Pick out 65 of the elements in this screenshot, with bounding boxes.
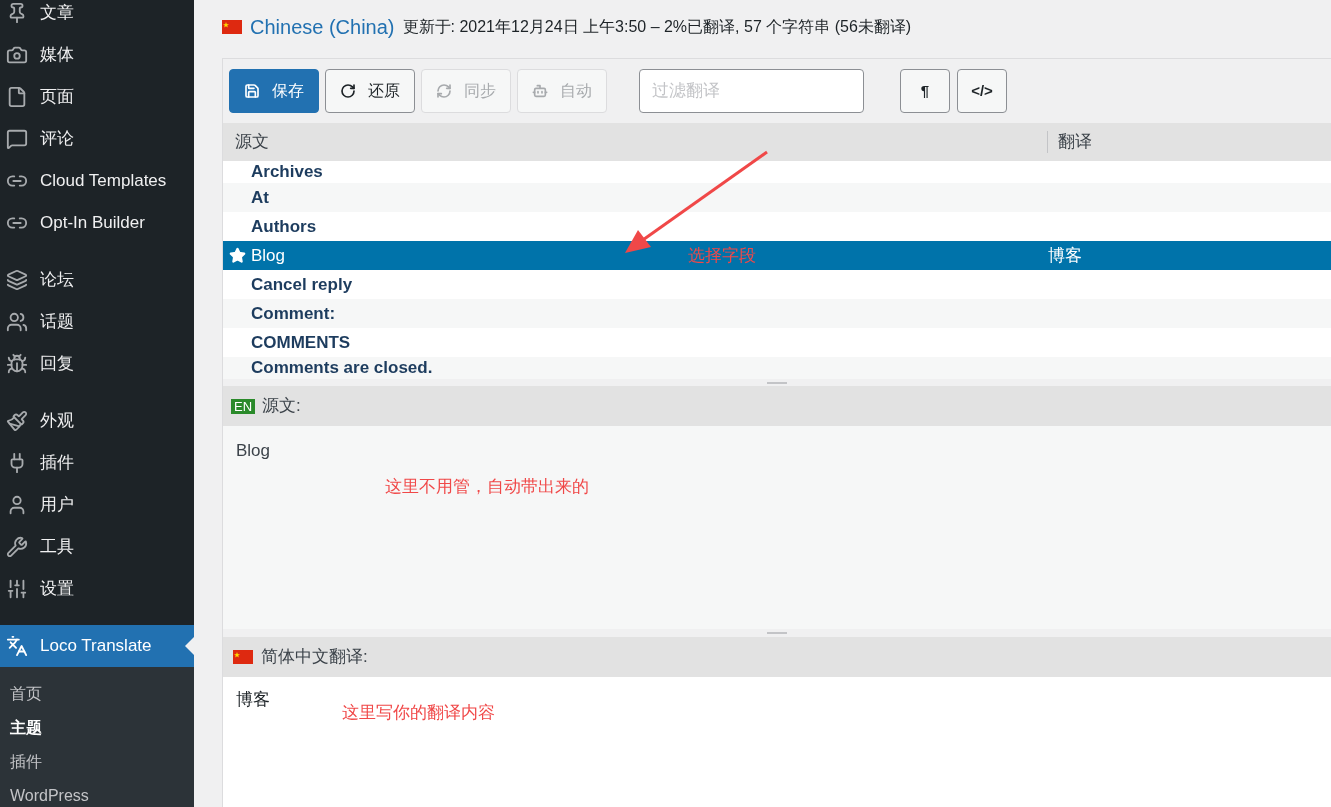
string-row[interactable]: Comments are closed. <box>223 357 1331 379</box>
view-toggle-button[interactable]: </> <box>957 69 1007 113</box>
menu-icon <box>6 578 28 600</box>
submenu-item[interactable]: WordPress <box>0 779 194 807</box>
sidebar-item[interactable]: 话题 <box>0 301 194 343</box>
toolbar-button[interactable]: 保存 <box>229 69 319 113</box>
source-text: Blog <box>251 244 286 267</box>
sidebar-item[interactable]: 评论 <box>0 118 194 160</box>
china-flag-icon <box>233 650 253 664</box>
column-header: 源文 <box>234 131 270 154</box>
sidebar-item[interactable]: 用户 <box>0 484 194 526</box>
menu-icon <box>6 311 28 333</box>
button-icon <box>436 83 452 99</box>
string-row[interactable]: At <box>223 183 1331 212</box>
submenu-item[interactable]: 主题 <box>0 711 194 745</box>
menu-icon <box>6 86 28 108</box>
active-pointer-icon <box>185 637 194 655</box>
sidebar-item[interactable]: 回复 <box>0 343 194 385</box>
menu-icon <box>6 128 28 150</box>
splitter-handle[interactable] <box>223 379 1331 386</box>
toolbar-button[interactable]: 还原 <box>325 69 415 113</box>
locale-title: Chinese (China) <box>250 15 395 40</box>
sidebar-item[interactable]: Cloud Templates <box>0 160 194 202</box>
source-text: Authors <box>251 215 317 238</box>
button-icon <box>244 83 260 99</box>
menu-icon <box>6 635 28 657</box>
column-header: 翻译 <box>1057 131 1092 154</box>
splitter-handle[interactable] <box>223 629 1331 637</box>
pane-title: 简体中文翻译: <box>261 646 368 669</box>
source-text: COMMENTS <box>251 331 351 354</box>
menu-icon <box>6 44 28 66</box>
translation-text: 博客 <box>1047 244 1082 267</box>
string-row[interactable]: Comment: <box>223 299 1331 328</box>
source-text: Comment: <box>251 302 336 325</box>
button-icon <box>340 83 356 99</box>
menu-icon <box>6 410 28 432</box>
sidebar-item[interactable]: Opt-In Builder <box>0 202 194 244</box>
annotation-note: 选择字段 <box>688 245 756 267</box>
sidebar-item[interactable]: 插件 <box>0 442 194 484</box>
update-info: 更新于: 2021年12月24日 上午3:50 – 2%已翻译, 57 个字符串 (56未翻译) <box>402 17 912 37</box>
menu-icon <box>6 536 28 558</box>
menu-icon <box>6 269 28 291</box>
submenu-item[interactable]: 首页 <box>0 677 194 711</box>
source-text: Cancel reply <box>251 273 353 296</box>
sidebar-item[interactable]: 文章 <box>0 0 194 34</box>
menu-icon <box>6 353 28 375</box>
china-flag-icon <box>222 20 242 34</box>
sidebar-item[interactable]: 页面 <box>0 76 194 118</box>
source-text: At <box>251 186 269 209</box>
filter-field[interactable]: 过滤翻译 <box>639 69 864 113</box>
sidebar-item[interactable]: 设置 <box>0 568 194 610</box>
sidebar-item[interactable]: 工具 <box>0 526 194 568</box>
annotation-note: 这里写你的翻译内容 <box>342 702 495 724</box>
sidebar-item[interactable]: 外观 <box>0 400 194 442</box>
sidebar-item[interactable]: Loco Translate <box>0 625 194 667</box>
sidebar-item[interactable]: 媒体 <box>0 34 194 76</box>
view-toggle-button[interactable]: ¶ <box>900 69 950 113</box>
source-text: Archives <box>251 161 323 184</box>
pane-title: 源文: <box>262 395 301 418</box>
source-text: Comments are closed. <box>251 357 433 380</box>
annotation-note: 这里不用管，自动带出来的 <box>385 476 589 498</box>
sidebar-item[interactable]: 论坛 <box>0 259 194 301</box>
language-badge: EN <box>231 398 256 414</box>
submenu-item[interactable]: 插件 <box>0 745 194 779</box>
button-icon <box>532 83 548 99</box>
